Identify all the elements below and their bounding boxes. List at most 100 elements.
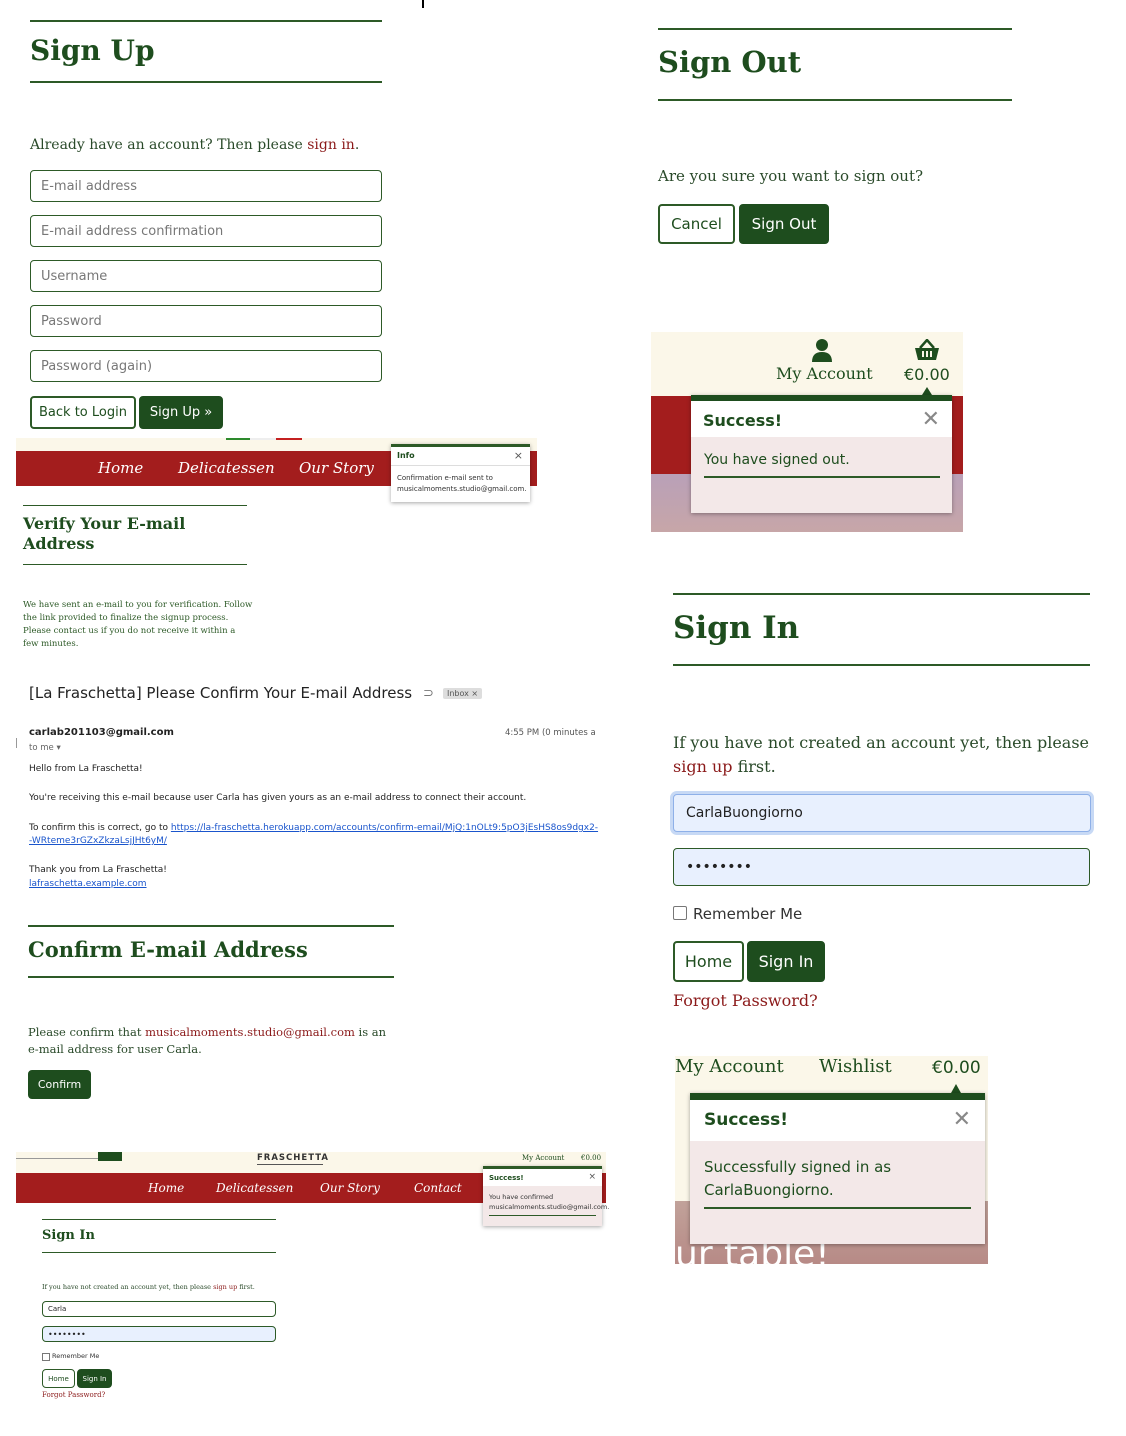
small-nav-home[interactable]: Home: [148, 1181, 184, 1195]
close-icon[interactable]: ✕: [953, 1107, 971, 1132]
password-field[interactable]: Password: [30, 305, 382, 337]
signin-toast-bar: [690, 1093, 985, 1100]
small-password-value: ••••••••: [48, 1329, 86, 1339]
small-toast-bar: [483, 1166, 602, 1169]
signin-success-toast: Success! ✕ Successfully signed in as Car…: [690, 1093, 985, 1244]
email-to[interactable]: to me ▾: [29, 743, 61, 753]
email-subject: [La Fraschetta] Please Confirm Your E-ma…: [29, 684, 413, 702]
nav-delicatessen[interactable]: Delicatessen: [178, 459, 275, 477]
small-nav-contact[interactable]: Contact: [414, 1181, 462, 1195]
signin-link[interactable]: sign in: [307, 137, 355, 153]
nav-our-story[interactable]: Our Story: [299, 459, 374, 477]
inbox-badge[interactable]: Inbox ×: [443, 688, 483, 699]
small-username-field[interactable]: Carla: [42, 1301, 276, 1317]
signup-link[interactable]: sign up: [673, 757, 733, 776]
close-icon[interactable]: ×: [588, 1172, 596, 1182]
site-link[interactable]: lafraschetta.example.com: [29, 879, 147, 889]
signin-prompt-a: If you have not created an account yet, …: [673, 733, 1090, 752]
info-toast-title: Info: [397, 451, 415, 460]
user-icon[interactable]: [812, 338, 832, 362]
small-total[interactable]: €0.00: [581, 1154, 601, 1162]
cancel-button[interactable]: Cancel: [658, 204, 735, 244]
signin-account-link[interactable]: My Account: [675, 1056, 784, 1077]
chevron-down-icon: ▾: [56, 743, 61, 753]
signin-password-field[interactable]: ••••••••: [673, 848, 1090, 886]
close-icon[interactable]: ×: [514, 449, 523, 462]
important-marker-icon[interactable]: ⊃: [423, 686, 434, 701]
signout-toast-progress: [704, 476, 940, 478]
small-signin-bottom-rule: [42, 1252, 276, 1253]
info-toast-body: Confirmation e-mail sent to musicalmomen…: [397, 474, 527, 493]
signout-basket-total[interactable]: €0.00: [904, 365, 950, 384]
small-password-field[interactable]: ••••••••: [42, 1326, 276, 1342]
flag-red: [276, 438, 302, 440]
password-again-field[interactable]: Password (again): [30, 350, 382, 382]
back-to-login-button[interactable]: Back to Login: [30, 396, 136, 429]
small-username-value: Carla: [48, 1305, 67, 1313]
signout-top-rule: [658, 28, 1012, 30]
small-signin-button[interactable]: Sign In: [77, 1369, 112, 1388]
signout-toast-body-bg: [691, 437, 952, 513]
confirm-button[interactable]: Confirm: [28, 1070, 91, 1099]
nav-home[interactable]: Home: [98, 459, 143, 477]
verify-bottom-rule: [23, 564, 247, 565]
signup-prompt-end: .: [354, 137, 360, 153]
signout-question: Are you sure you want to sign out?: [658, 167, 924, 185]
confirm-bottom-rule: [28, 976, 394, 978]
small-signin-title: Sign In: [42, 1228, 95, 1243]
remember-me-checkbox[interactable]: [673, 906, 687, 920]
email-field[interactable]: E-mail address: [30, 170, 382, 202]
signin-password-value: ••••••••: [686, 859, 753, 875]
small-toast-progress: [489, 1215, 596, 1216]
signin-prompt-b: first.: [732, 757, 776, 776]
signin-button[interactable]: Sign In: [747, 941, 825, 982]
signout-button[interactable]: Sign Out: [739, 204, 829, 244]
signout-title: Sign Out: [658, 45, 802, 79]
email-confirm-field[interactable]: E-mail address confirmation: [30, 215, 382, 247]
remember-me-label: Remember Me: [693, 905, 803, 923]
email-placeholder: E-mail address: [41, 178, 137, 194]
signout-hero-text: — · · · ·: [701, 516, 843, 532]
email-time: 4:55 PM (0 minutes a: [505, 728, 596, 738]
email-thanks: Thank you from La Fraschetta!: [29, 865, 167, 875]
info-toast-divider: [391, 465, 530, 466]
toast-caret: [922, 387, 932, 395]
brand-logo-text[interactable]: FRASCHETTA: [257, 1153, 329, 1163]
signout-account-link[interactable]: My Account: [776, 364, 873, 383]
signin-top-rule: [673, 593, 1090, 595]
signup-prompt-text: Already have an account? Then please: [30, 137, 308, 153]
small-nav-our-story[interactable]: Our Story: [320, 1181, 380, 1195]
wishlist-link[interactable]: Wishlist: [819, 1056, 892, 1077]
home-button[interactable]: Home: [673, 941, 744, 982]
signout-toast-message: You have signed out.: [704, 452, 850, 468]
small-forgot-link[interactable]: Forgot Password?: [42, 1391, 105, 1399]
signin-basket-total[interactable]: €0.00: [932, 1058, 981, 1078]
email-greeting: Hello from La Fraschetta!: [29, 764, 143, 774]
close-icon[interactable]: ✕: [922, 407, 940, 432]
small-remember-checkbox[interactable]: [42, 1353, 50, 1361]
small-account-link[interactable]: My Account: [522, 1154, 564, 1162]
small-search-button[interactable]: [98, 1152, 122, 1161]
small-toast-body: You have confirmed musicalmoments.studio…: [489, 1193, 610, 1211]
basket-icon[interactable]: [914, 339, 940, 361]
username-field[interactable]: Username: [30, 260, 382, 292]
small-remember-label: Remember Me: [52, 1352, 100, 1360]
signout-toast-title: Success!: [703, 411, 783, 430]
signin-username-field[interactable]: CarlaBuongiorno: [673, 794, 1091, 832]
verify-body: We have sent an e-mail to you for verifi…: [23, 600, 253, 649]
small-nav-delicatessen[interactable]: Delicatessen: [216, 1181, 293, 1195]
small-signin-prompt: If you have not created an account yet, …: [42, 1283, 255, 1291]
email-line1: You're receiving this e-mail because use…: [29, 793, 527, 803]
signout-screenshot: — · · · · My Account €0.00 Success! ✕ Yo…: [651, 332, 963, 532]
small-signup-link[interactable]: sign up: [213, 1283, 237, 1291]
signup-button[interactable]: Sign Up »: [139, 396, 223, 429]
signout-toast-bar: [691, 395, 952, 401]
small-success-toast: Success! × You have confirmed musicalmom…: [483, 1166, 610, 1226]
brand-underline: [257, 1164, 323, 1165]
forgot-password-link[interactable]: Forgot Password?: [673, 991, 818, 1010]
signin-title: Sign In: [673, 610, 800, 646]
confirm-email-address-link[interactable]: musicalmoments.studio@gmail.com: [145, 1025, 355, 1039]
signin-toast-title: Success!: [704, 1110, 789, 1130]
small-home-button[interactable]: Home: [42, 1369, 75, 1388]
verify-title: Verify Your E-mail Address: [23, 514, 186, 553]
